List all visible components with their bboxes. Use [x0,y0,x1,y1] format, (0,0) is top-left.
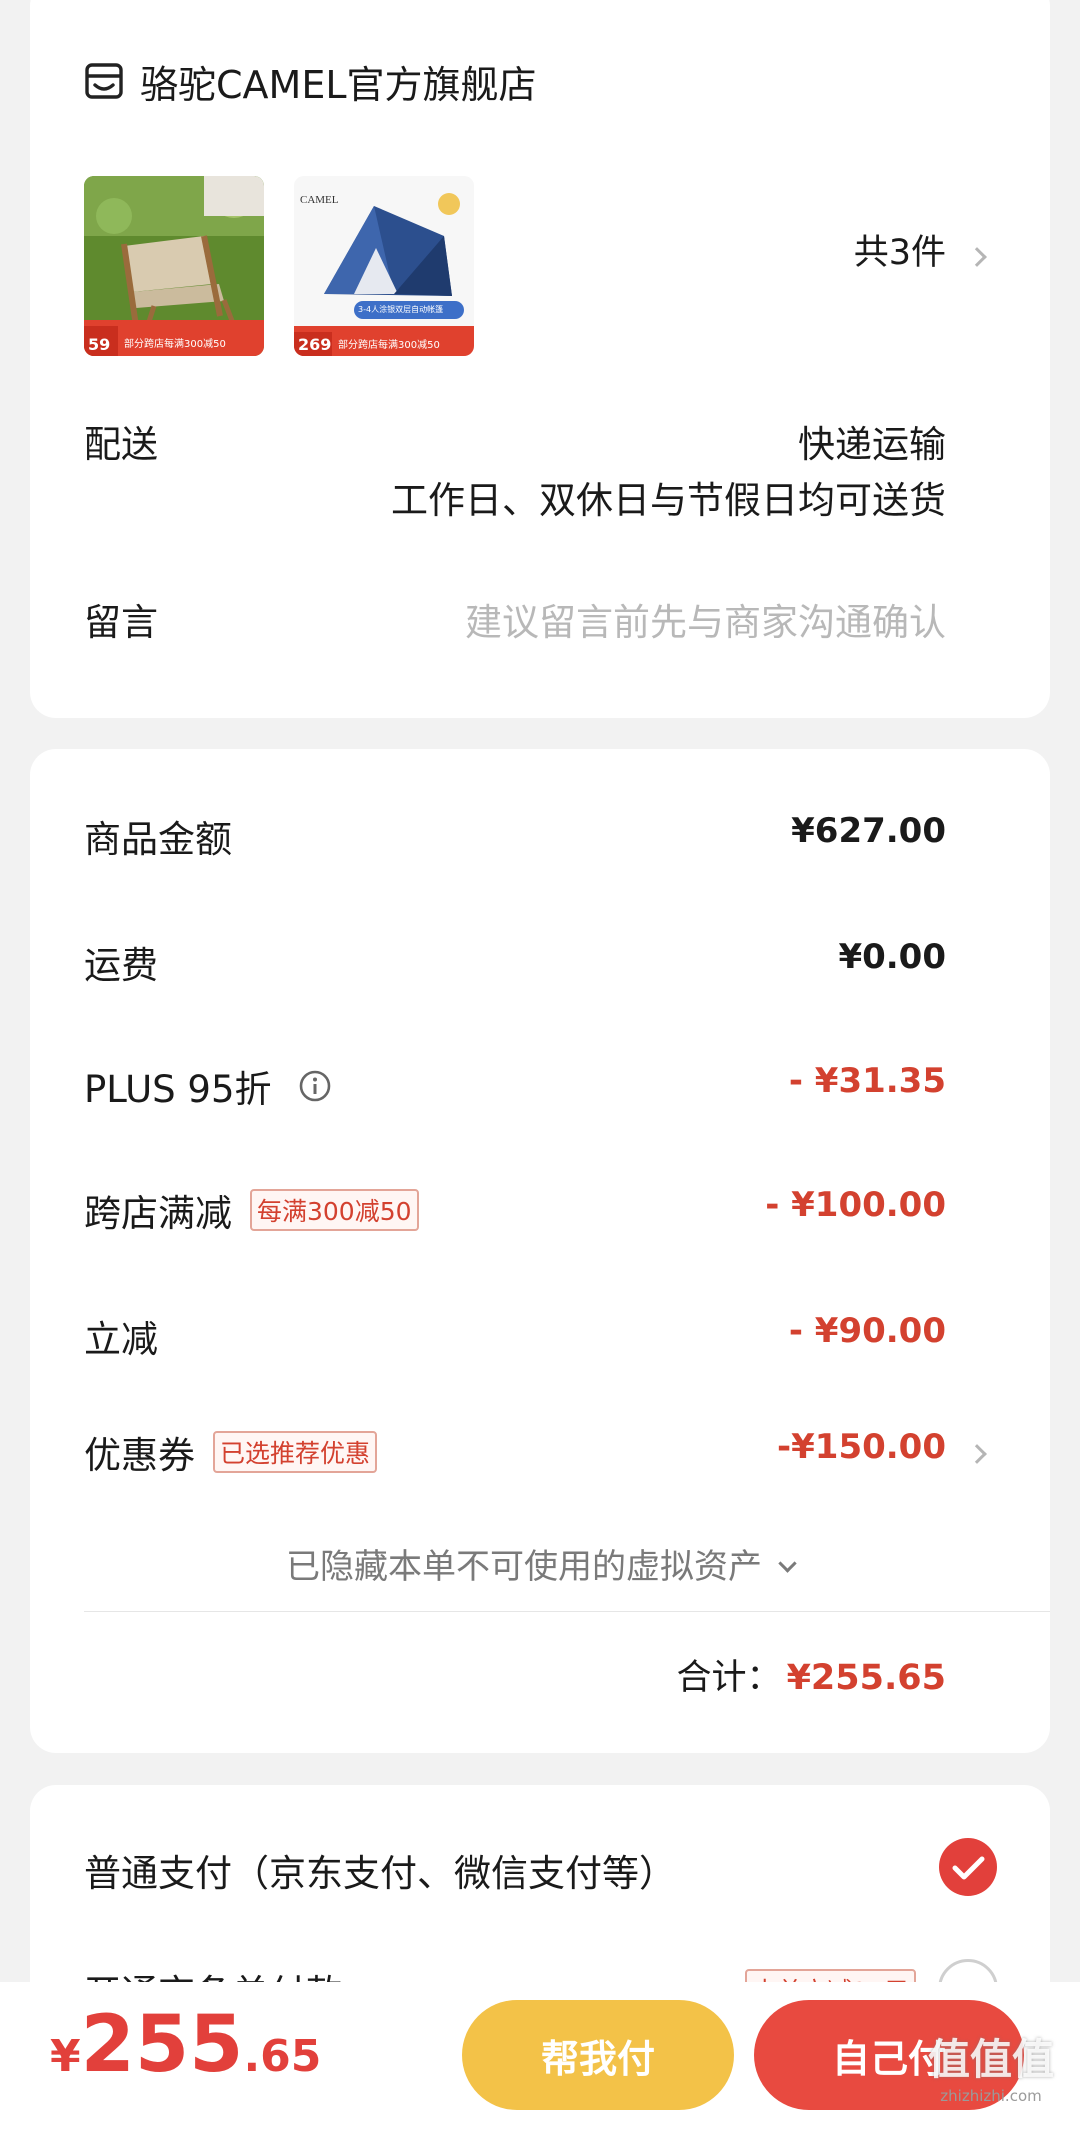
item-count-label: 共3件 [853,233,946,273]
normal-payment-label[interactable]: 普通支付（京东支付、微信支付等） [84,1843,676,1897]
total-label: 合计： [676,1658,782,1698]
shipping-label: 运费 [84,944,158,987]
price-badge: 269 [298,335,332,354]
watermark: 值值值 zhizhizhi.com [928,2026,1054,2105]
help-pay-button[interactable]: 帮我付 [462,2000,734,2110]
coupon-label: 优惠券 [84,1434,195,1477]
watermark-url: zhizhizhi.com [940,2087,1042,2105]
delivery-note: 工作日、双休日与节假日均可送货 [391,479,946,522]
store-card: 骆驼CAMEL官方旗舰店 59 部分跨店每满300减50 CAMEL 3-4人涂… [30,0,1050,718]
total-row: 合计： ¥255.65 [676,1649,946,1700]
instant-discount-value: - ¥90.00 [788,1311,946,1351]
promo-strip: 部分跨店每满300减50 [338,340,440,351]
price-decimal: .65 [243,2031,322,2082]
price-badge: 59 [88,335,111,354]
chevron-right-icon[interactable] [967,247,987,267]
goods-amount-label: 商品金额 [84,818,232,861]
cross-store-row: 跨店满减 每满300减50 [84,1183,419,1237]
coupon-value[interactable]: -¥150.00 [777,1427,946,1467]
chair-image [84,176,264,356]
product-thumb-tent[interactable]: CAMEL 3-4人涂银双层自动帐篷 269 部分跨店每满300减50 [294,176,474,356]
item-count[interactable]: 共3件 [854,224,946,275]
message-input[interactable]: 建议留言前先与商家沟通确认 [465,592,946,646]
brand-text: CAMEL [300,194,339,206]
chevron-right-icon[interactable] [967,1444,987,1464]
store-icon [84,62,124,100]
instant-discount-label: 立减 [84,1318,158,1361]
coupon-row[interactable]: 优惠券 已选推荐优惠 [84,1425,378,1479]
help-pay-label: 帮我付 [540,2036,655,2081]
checked-icon[interactable] [938,1837,998,1897]
promo-strip: 部分跨店每满300减50 [124,339,226,350]
goods-amount-value: ¥627.00 [791,811,946,851]
bottom-bar: ¥255.65 帮我付 自己付 值值值 zhizhizhi.com [0,1982,1080,2132]
price-integer: 255 [80,2000,244,2090]
watermark-logo: 值值值 [928,2035,1055,2084]
plus-row: PLUS 95折 [84,1059,332,1113]
product-thumb-chair[interactable]: 59 部分跨店每满300减50 [84,176,264,356]
plus-discount-value: - ¥31.35 [788,1061,946,1101]
plus-label: PLUS 95折 [84,1068,272,1111]
shipping-value: ¥0.00 [838,937,946,977]
chevron-down-icon [778,1554,797,1573]
divider [84,1611,1050,1612]
pay-amount: ¥255.65 [50,2000,321,2090]
message-label: 留言 [84,601,158,644]
coupon-tag: 已选推荐优惠 [213,1431,378,1473]
cost-card: 商品金额 ¥627.00 运费 ¥0.00 PLUS 95折 - ¥31.35 … [30,749,1050,1753]
delivery-method[interactable]: 快递运输 [798,414,946,468]
total-value: ¥255.65 [786,1658,946,1698]
price-symbol: ¥ [50,2031,81,2082]
store-name: 骆驼CAMEL官方旗舰店 [140,62,537,107]
store-header[interactable]: 骆驼CAMEL官方旗舰店 [84,56,537,107]
product-caption: 3-4人涂银双层自动帐篷 [358,305,444,314]
cross-store-tag: 每满300减50 [250,1189,419,1231]
cross-store-label: 跨店满减 [84,1192,232,1235]
delivery-label: 配送 [84,423,158,466]
hidden-assets-toggle[interactable]: 已隐藏本单不可使用的虚拟资产 [30,1539,1050,1588]
info-icon[interactable] [298,1069,332,1103]
hidden-assets-text: 已隐藏本单不可使用的虚拟资产 [285,1547,762,1587]
cross-store-value: - ¥100.00 [765,1185,946,1225]
